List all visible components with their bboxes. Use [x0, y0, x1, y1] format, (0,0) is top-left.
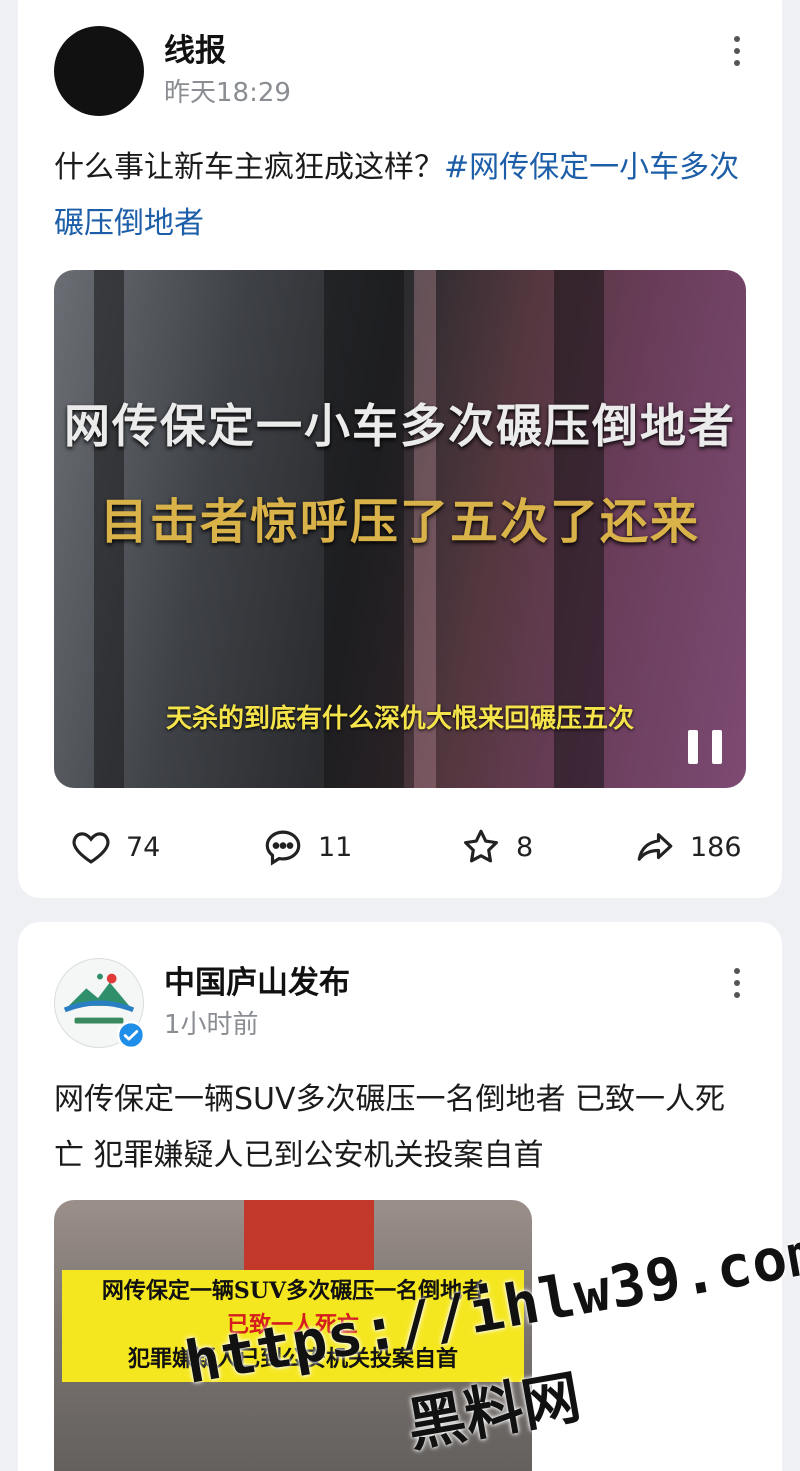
video-player[interactable]: 网传保定一小车多次碾压倒地者 目击者惊呼压了五次了还来 天杀的到底有什么深仇大恨… — [54, 270, 746, 788]
action-bar: 74 11 8 186 — [18, 822, 782, 872]
more-options-icon[interactable] — [732, 36, 742, 66]
share-button[interactable]: 186 — [634, 822, 742, 872]
favorite-button[interactable]: 8 — [460, 822, 533, 872]
pause-icon[interactable] — [688, 730, 722, 764]
heart-icon — [72, 832, 110, 864]
comment-count: 11 — [318, 831, 353, 863]
avatar[interactable] — [54, 958, 145, 1049]
share-count: 186 — [690, 831, 742, 863]
post-card[interactable]: 线报 昨天18:29 什么事让新车主疯狂成这样？#网传保定一小车多次碾压倒地者 … — [18, 0, 782, 898]
author-name[interactable]: 线报 — [164, 31, 291, 71]
verified-badge-icon — [117, 1021, 145, 1049]
post-header: 中国庐山发布 1小时前 — [54, 958, 350, 1049]
comment-icon — [265, 830, 301, 866]
video-overlay-title: 网传保定一小车多次碾压倒地者 — [64, 399, 736, 453]
post-text: 什么事让新车主疯狂成这样？#网传保定一小车多次碾压倒地者 — [54, 140, 754, 252]
comment-button[interactable]: 11 — [262, 822, 352, 872]
share-icon — [637, 833, 673, 861]
post-time: 1小时前 — [164, 1010, 259, 1040]
like-button[interactable]: 74 — [70, 822, 160, 872]
post-header: 线报 昨天18:29 — [54, 26, 291, 116]
author-name[interactable]: 中国庐山发布 — [164, 963, 350, 1003]
like-count: 74 — [126, 831, 161, 863]
avatar[interactable] — [54, 26, 144, 116]
star-icon — [464, 829, 498, 863]
post-card[interactable]: 中国庐山发布 1小时前 网传保定一辆SUV多次碾压一名倒地者 已致一人死亡 犯罪… — [18, 922, 782, 1471]
more-options-icon[interactable] — [732, 968, 742, 998]
video-caption: 天杀的到底有什么深仇大恨来回碾压五次 — [165, 704, 634, 734]
post-text: 网传保定一辆SUV多次碾压一名倒地者 已致一人死亡 犯罪嫌疑人已到公安机关投案自… — [54, 1082, 726, 1173]
favorite-count: 8 — [516, 831, 534, 863]
video-overlay-subtitle: 目击者惊呼压了五次了还来 — [99, 494, 700, 550]
post-time: 昨天18:29 — [164, 78, 291, 108]
post-body: 什么事让新车主疯狂成这样？ — [54, 150, 444, 185]
